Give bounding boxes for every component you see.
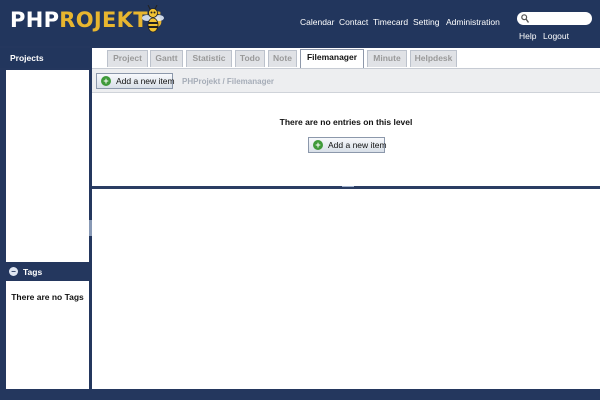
tab-minute[interactable]: Minute xyxy=(367,50,407,67)
add-item-button-center[interactable]: + Add a new item xyxy=(308,137,387,153)
search-input[interactable] xyxy=(517,12,592,25)
projects-header: Projects xyxy=(0,48,92,68)
tab-note[interactable]: Note xyxy=(268,50,297,67)
search-icon xyxy=(521,14,529,23)
plus-circle-icon: + xyxy=(313,140,323,150)
grip-icon xyxy=(342,186,354,187)
app-logo[interactable]: PHPROJEKT6 xyxy=(10,6,163,34)
nav-contact[interactable]: Contact xyxy=(339,17,368,27)
tags-header[interactable]: − Tags xyxy=(6,264,89,280)
app-header: PHPROJEKT6 Calendar Contact Timecard Set… xyxy=(0,0,600,46)
nav-calendar[interactable]: Calendar xyxy=(300,17,335,27)
help-link[interactable]: Help xyxy=(519,31,536,41)
projects-tree-panel[interactable] xyxy=(6,70,89,262)
empty-state-message: There are no entries on this level xyxy=(279,117,413,127)
tab-helpdesk[interactable]: Helpdesk xyxy=(410,50,457,67)
add-item-button[interactable]: + Add a new item xyxy=(96,73,175,89)
tab-filemanager[interactable]: Filemanager xyxy=(300,49,364,68)
add-item-button-label: Add a new item xyxy=(116,76,175,86)
nav-timecard[interactable]: Timecard xyxy=(373,17,408,27)
tags-title: Tags xyxy=(23,267,43,277)
tab-statistic[interactable]: Statistic xyxy=(186,50,232,67)
projects-title: Projects xyxy=(10,53,44,63)
module-tabs: Project Gantt Statistic Todo Note Filema… xyxy=(92,48,600,68)
plus-circle-icon: + xyxy=(101,76,111,86)
add-item-button-center-label: Add a new item xyxy=(328,140,387,150)
tab-todo[interactable]: Todo xyxy=(235,50,265,67)
bee-icon xyxy=(142,5,164,33)
tags-empty-message: There are no Tags xyxy=(11,292,84,302)
breadcrumb[interactable]: PHProjekt / Filemanager xyxy=(182,77,274,86)
tab-project[interactable]: Project xyxy=(107,50,148,67)
logout-link[interactable]: Logout xyxy=(543,31,569,41)
toolbar: + Add a new item PHProjekt / Filemanager xyxy=(92,69,600,93)
tab-gantt[interactable]: Gantt xyxy=(150,50,183,67)
tags-panel: There are no Tags xyxy=(6,281,89,389)
collapse-icon[interactable]: − xyxy=(9,267,18,276)
detail-pane xyxy=(92,189,600,389)
logo-text-part1: PHP xyxy=(10,8,60,32)
nav-setting[interactable]: Setting xyxy=(413,17,439,27)
nav-administration[interactable]: Administration xyxy=(446,17,500,27)
file-list-pane: + Add a new item PHProjekt / Filemanager… xyxy=(92,68,600,186)
